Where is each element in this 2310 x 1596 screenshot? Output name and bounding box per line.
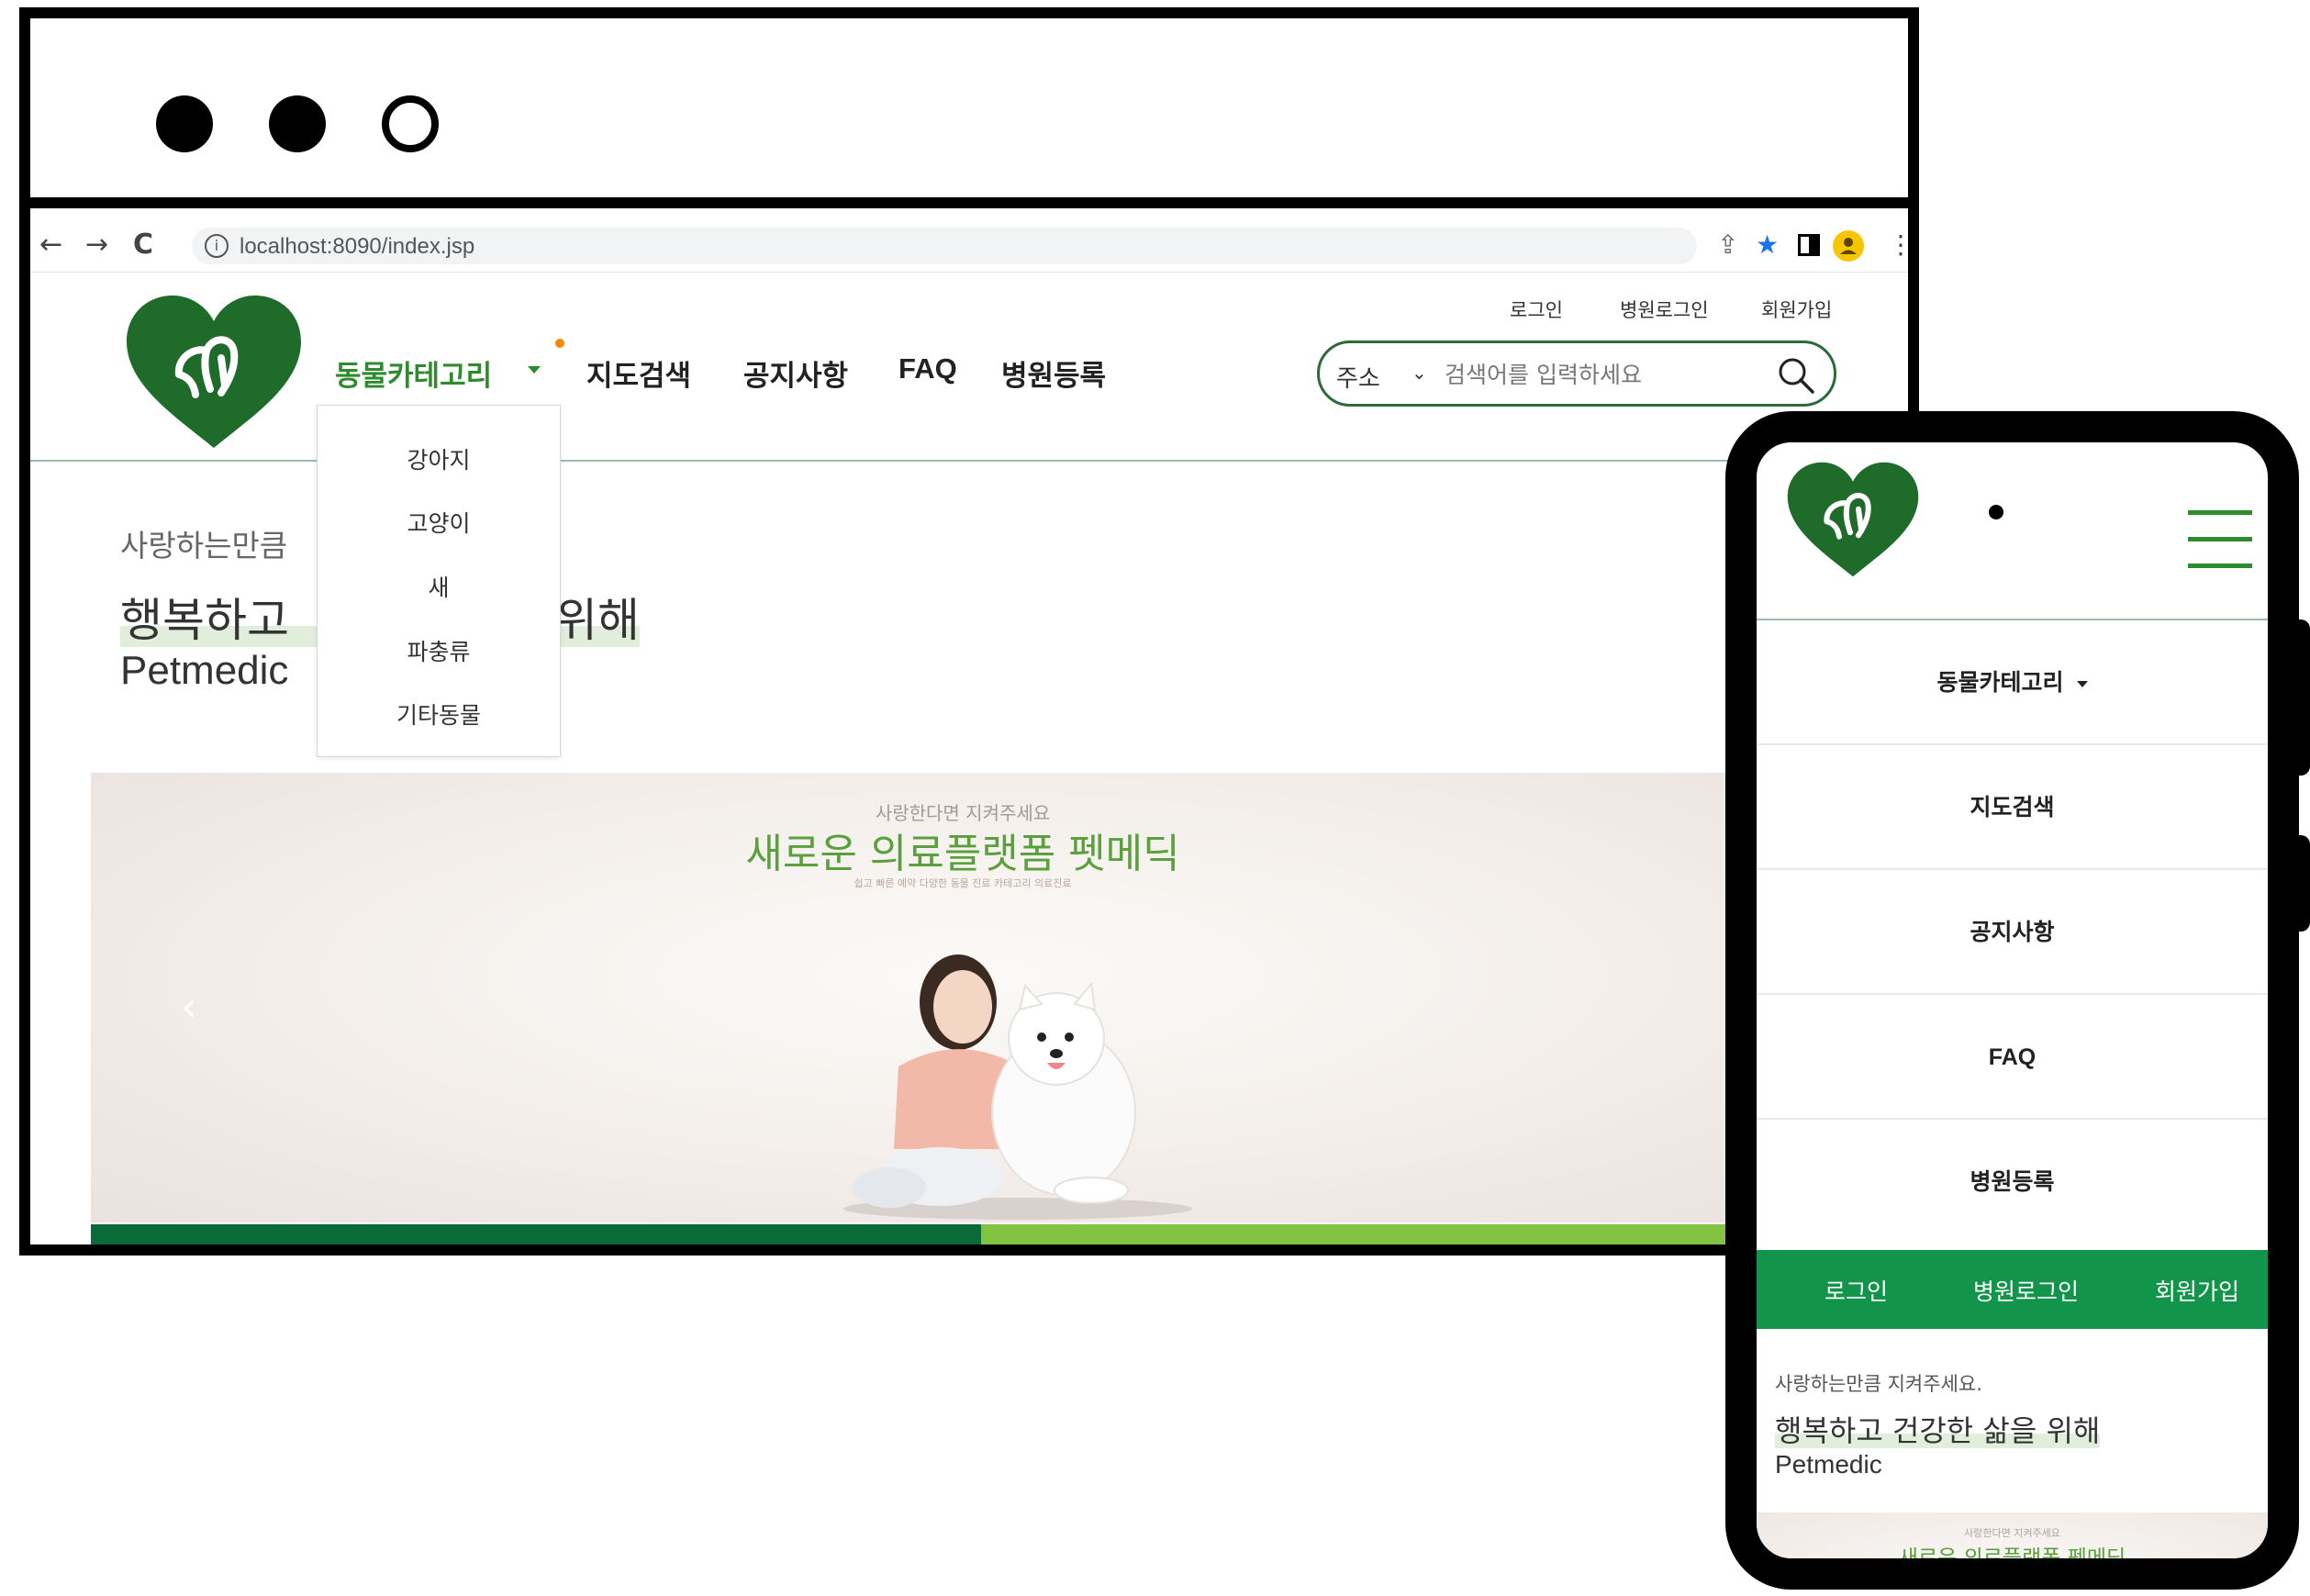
chevron-down-icon[interactable]: ⌄ <box>1412 362 1427 384</box>
intro-small-text: 사랑하는만큼 <box>120 528 288 564</box>
mobile-hero-banner: 사랑한다면 지켜주세요 새로운 의료플랫폼 펫메딕 쉽고 빠른 예약 다양한 동… <box>1757 1512 2268 1578</box>
menu-hospital-register[interactable]: 병원등록 <box>1001 352 1106 394</box>
mobile-menu-label: 동물카테고리 <box>1936 669 2064 696</box>
header-divider <box>30 460 1737 462</box>
address-bar[interactable]: i localhost:8090/index.jsp <box>192 228 1697 264</box>
url-text: localhost:8090/index.jsp <box>240 234 475 259</box>
mobile-banner-tagline: 쉽고 빠른 예약 다양한 동물 진료 카테고리 의료진료 <box>1943 1570 2081 1578</box>
share-icon[interactable]: ⇪ <box>1717 229 1738 262</box>
intro-headline-left: 행복하고 <box>120 594 289 647</box>
hero-banner: 사랑한다면 지켜주세요 새로운 의료플랫폼 펫메딕 쉽고 빠른 예약 다양한 동… <box>91 773 1835 1222</box>
mobile-auth-bar: 로그인 병원로그인 회원가입 <box>1757 1250 2268 1329</box>
reload-icon[interactable]: C <box>133 229 153 262</box>
mobile-signup-link[interactable]: 회원가입 <box>2155 1274 2239 1307</box>
menu-animal-category[interactable]: 동물카테고리 <box>335 352 492 394</box>
phone-camera <box>1989 505 2003 519</box>
carousel-prev-icon[interactable]: ‹ <box>181 984 197 1031</box>
star-icon[interactable]: ★ <box>1756 229 1779 262</box>
hospital-login-link[interactable]: 병원로그인 <box>1620 296 1709 323</box>
mobile-menu-hospital-register[interactable]: 병원등록 <box>1757 1120 2268 1244</box>
desktop-browser-mockup: ← → C i localhost:8090/index.jsp ⇪ ★ ⋮ 로… <box>19 7 1919 1256</box>
banner-progress-dark <box>91 1224 981 1244</box>
chevron-down-icon <box>528 366 541 374</box>
dropdown-item-cat[interactable]: 고양이 <box>318 506 560 539</box>
banner-woman-dog-image <box>843 954 1192 1220</box>
side-panel-icon[interactable] <box>1798 234 1820 256</box>
mobile-intro-headline: 행복하고 건강한 삶을 위해 <box>1775 1408 2101 1450</box>
window-dot-filled-1 <box>156 95 213 152</box>
intro-brand: Petmedic <box>120 648 289 693</box>
banner-title: 새로운 의료플랫폼 펫메딕 <box>745 831 1180 877</box>
mobile-intro-brand: Petmedic <box>1775 1450 1882 1479</box>
mobile-login-link[interactable]: 로그인 <box>1825 1274 1888 1307</box>
mobile-menu-animal-category[interactable]: 동물카테고리 <box>1757 620 2268 745</box>
mobile-menu-faq[interactable]: FAQ <box>1757 995 2268 1120</box>
mobile-intro-headline-text: 행복하고 건강한 삶을 위해 <box>1775 1413 2101 1448</box>
petmedic-logo[interactable] <box>1784 461 1922 578</box>
search-icon[interactable] <box>1775 354 1817 396</box>
menu-faq[interactable]: FAQ <box>898 352 957 385</box>
mobile-hospital-login-link[interactable]: 병원로그인 <box>1973 1274 2079 1307</box>
info-icon[interactable]: i <box>205 234 229 258</box>
window-dot-outline <box>382 95 439 152</box>
category-dropdown: 강아지 고양이 새 파충류 기타동물 <box>317 405 561 757</box>
mobile-banner-subtitle: 사랑한다면 지켜주세요 <box>1964 1527 2060 1539</box>
browser-toolbar: ← → C i localhost:8090/index.jsp ⇪ ★ ⋮ <box>30 219 1908 273</box>
dropdown-item-other[interactable]: 기타동물 <box>318 698 560 731</box>
search-type-select[interactable]: 주소 <box>1336 360 1380 394</box>
menu-map-search[interactable]: 지도검색 <box>586 352 691 394</box>
banner-tagline: 쉽고 빠른 예약 다양한 동물 진료 카테고리 의료진료 <box>854 877 1072 889</box>
banner-progress-light <box>981 1224 1835 1244</box>
profile-icon[interactable] <box>1833 230 1864 262</box>
notification-dot <box>555 339 564 348</box>
hamburger-icon[interactable] <box>2188 510 2252 569</box>
mobile-menu-map-search[interactable]: 지도검색 <box>1757 745 2268 870</box>
petmedic-logo[interactable] <box>122 294 306 450</box>
mobile-intro-small: 사랑하는만큼 지켜주세요. <box>1775 1373 1982 1395</box>
more-vertical-icon[interactable]: ⋮ <box>1888 229 1908 262</box>
chevron-down-icon <box>2076 680 2088 687</box>
window-titlebar <box>30 18 1908 208</box>
dropdown-item-bird[interactable]: 새 <box>318 570 560 603</box>
mobile-phone-mockup: 동물카테고리 지도검색 공지사항 FAQ 병원등록 로그인 병원로그인 회원가입… <box>1725 411 2299 1590</box>
window-dot-filled-2 <box>269 95 326 152</box>
mobile-banner-title: 새로운 의료플랫폼 펫메딕 <box>1898 1546 2126 1570</box>
menu-notice[interactable]: 공지사항 <box>743 352 848 394</box>
signup-link[interactable]: 회원가입 <box>1761 296 1832 323</box>
dropdown-item-reptile[interactable]: 파충류 <box>318 634 560 667</box>
mobile-menu-notice[interactable]: 공지사항 <box>1757 870 2268 995</box>
login-link[interactable]: 로그인 <box>1510 296 1563 323</box>
arrow-right-icon[interactable]: → <box>85 229 108 262</box>
search-box: 주소 ⌄ <box>1317 340 1836 407</box>
arrow-left-icon[interactable]: ← <box>39 229 62 262</box>
dropdown-item-dog[interactable]: 강아지 <box>318 442 560 475</box>
search-input[interactable] <box>1445 356 1757 393</box>
